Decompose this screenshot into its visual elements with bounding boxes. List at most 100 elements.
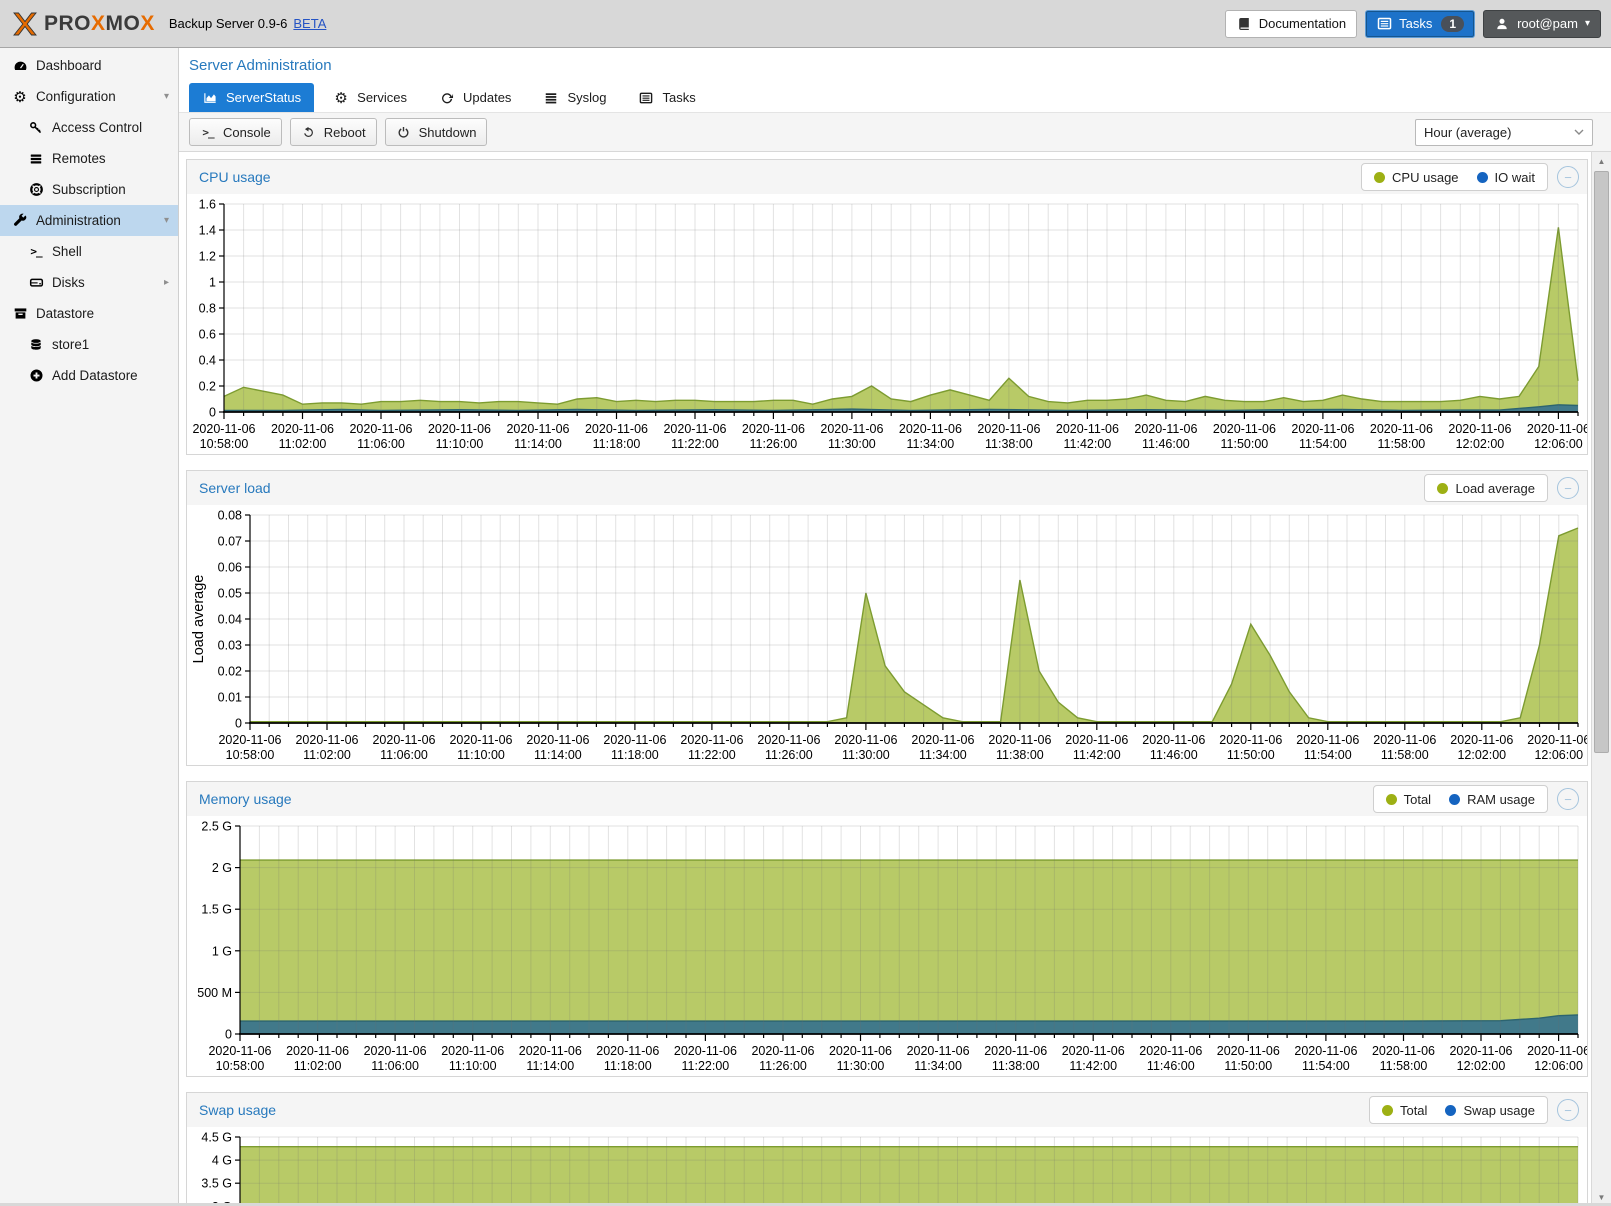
legend-item: Swap usage [1445,1103,1535,1118]
proxmox-logo: PROXMOX [10,11,155,37]
terminal-icon: >_ [200,126,216,139]
svg-text:0.06: 0.06 [218,561,242,575]
tab-serverstatus[interactable]: ServerStatus [189,83,314,112]
svg-text:2020-11-06: 2020-11-06 [1139,1044,1202,1058]
console-button[interactable]: >_ Console [189,118,282,146]
svg-text:11:14:00: 11:14:00 [514,437,562,451]
svg-text:2020-11-06: 2020-11-06 [1370,422,1433,436]
swap-usage-legend: TotalSwap usage [1369,1096,1548,1124]
svg-text:2020-11-06: 2020-11-06 [757,733,820,747]
legend-item: CPU usage [1374,170,1458,185]
caret-down-icon: ▾ [164,91,169,102]
legend-item: Load average [1437,481,1535,496]
wrench-icon [12,213,28,228]
legend-label: Swap usage [1463,1103,1535,1118]
vertical-scrollbar[interactable]: ▲ ▼ [1591,152,1611,1206]
collapse-panel-button[interactable]: − [1557,166,1579,188]
swap-usage-chart: 4.5 G4 G3.5 G3 G2.5 G2 G1.5 G1 G500 M020… [187,1127,1587,1203]
svg-text:11:30:00: 11:30:00 [828,437,876,451]
svg-text:0.01: 0.01 [218,691,242,705]
svg-text:2020-11-06: 2020-11-06 [603,733,666,747]
sidebar-item-store1[interactable]: store1 [0,329,178,360]
svg-text:3.5 G: 3.5 G [201,1177,232,1191]
tasks-icon [1376,16,1392,31]
legend-dot [1449,794,1460,805]
memory-usage-panel-header: Memory usage TotalRAM usage − [187,782,1587,816]
reboot-button[interactable]: Reboot [290,118,377,146]
svg-text:12:02:00: 12:02:00 [1457,1059,1506,1073]
svg-text:0.03: 0.03 [218,639,242,653]
svg-text:11:54:00: 11:54:00 [1302,1059,1350,1073]
sidebar-item-shell[interactable]: >_ Shell [0,236,178,267]
sidebar-item-administration[interactable]: Administration ▾ [0,205,178,236]
beta-link[interactable]: BETA [293,16,326,31]
svg-text:0.6: 0.6 [199,328,216,342]
svg-text:2020-11-06: 2020-11-06 [506,422,569,436]
svg-text:11:02:00: 11:02:00 [303,748,351,762]
svg-text:2020-11-06: 2020-11-06 [1450,733,1513,747]
svg-text:12:06:00: 12:06:00 [1534,1059,1583,1073]
svg-text:2020-11-06: 2020-11-06 [1294,1044,1357,1058]
svg-text:2020-11-06: 2020-11-06 [742,422,805,436]
sidebar: Dashboard ⚙ Configuration ▾ Access Contr… [0,48,179,1203]
svg-text:11:06:00: 11:06:00 [380,748,428,762]
server-load-legend: Load average [1424,474,1548,502]
tab-bar: ServerStatus ⚙ Services Updates Syslog [179,83,1611,112]
svg-text:11:06:00: 11:06:00 [357,437,405,451]
charts-area: CPU usage CPU usageIO wait − 1.61.41.210… [179,153,1592,1203]
svg-text:2020-11-06: 2020-11-06 [899,422,962,436]
svg-text:0.02: 0.02 [218,665,242,679]
tasks-button[interactable]: Tasks 1 [1365,10,1475,38]
svg-text:4.5 G: 4.5 G [201,1131,232,1145]
sidebar-item-configuration[interactable]: ⚙ Configuration ▾ [0,81,178,112]
svg-text:11:10:00: 11:10:00 [449,1059,497,1073]
collapse-panel-button[interactable]: − [1557,788,1579,810]
scrollbar-thumb[interactable] [1594,171,1609,753]
sidebar-item-subscription[interactable]: Subscription [0,174,178,205]
panel-title: Swap usage [199,1102,276,1118]
panel-title: CPU usage [199,169,271,185]
svg-text:10:58:00: 10:58:00 [226,748,275,762]
sidebar-item-access-control[interactable]: Access Control [0,112,178,143]
proxmox-backup-server-app: PROXMOX Backup Server 0.9-6 BETA Documen… [0,0,1611,1206]
scroll-up-arrow[interactable]: ▲ [1592,153,1611,169]
svg-text:2020-11-06: 2020-11-06 [829,1044,892,1058]
legend-item: RAM usage [1449,792,1535,807]
time-range-select[interactable]: Hour (average) [1415,119,1593,146]
sidebar-item-disks[interactable]: Disks ▸ [0,267,178,298]
legend-item: Total [1386,792,1431,807]
svg-text:0.8: 0.8 [199,302,216,316]
tab-tasks[interactable]: Tasks [625,83,708,112]
svg-text:2020-11-06: 2020-11-06 [820,422,883,436]
svg-text:11:26:00: 11:26:00 [765,748,813,762]
legend-label: IO wait [1495,170,1535,185]
legend-label: CPU usage [1392,170,1458,185]
svg-text:0.08: 0.08 [218,509,242,523]
svg-text:1.6: 1.6 [199,198,216,212]
svg-text:11:22:00: 11:22:00 [671,437,719,451]
tab-updates[interactable]: Updates [426,83,524,112]
list-icon [543,91,559,105]
svg-text:11:46:00: 11:46:00 [1150,748,1198,762]
server-load-panel: Server load Load average − 0.080.070.060… [186,470,1588,766]
gears-icon: ⚙ [333,89,349,107]
top-header: PROXMOX Backup Server 0.9-6 BETA Documen… [0,0,1611,48]
shutdown-button[interactable]: Shutdown [385,118,488,146]
tab-syslog[interactable]: Syslog [530,83,619,112]
collapse-panel-button[interactable]: − [1557,1099,1579,1121]
svg-text:2020-11-06: 2020-11-06 [585,422,648,436]
svg-text:0.05: 0.05 [218,587,242,601]
svg-text:2020-11-06: 2020-11-06 [1065,733,1128,747]
legend-dot [1382,1105,1393,1116]
sidebar-item-dashboard[interactable]: Dashboard [0,50,178,81]
documentation-button[interactable]: Documentation [1225,10,1357,38]
collapse-panel-button[interactable]: − [1557,477,1579,499]
sidebar-item-add-datastore[interactable]: Add Datastore [0,360,178,391]
svg-text:11:42:00: 11:42:00 [1073,748,1121,762]
sidebar-item-datastore[interactable]: Datastore [0,298,178,329]
user-menu-button[interactable]: root@pam ▾ [1483,10,1601,38]
sidebar-item-remotes[interactable]: Remotes [0,143,178,174]
tab-services[interactable]: ⚙ Services [320,83,420,112]
svg-text:2 G: 2 G [212,861,232,875]
legend-dot [1445,1105,1456,1116]
